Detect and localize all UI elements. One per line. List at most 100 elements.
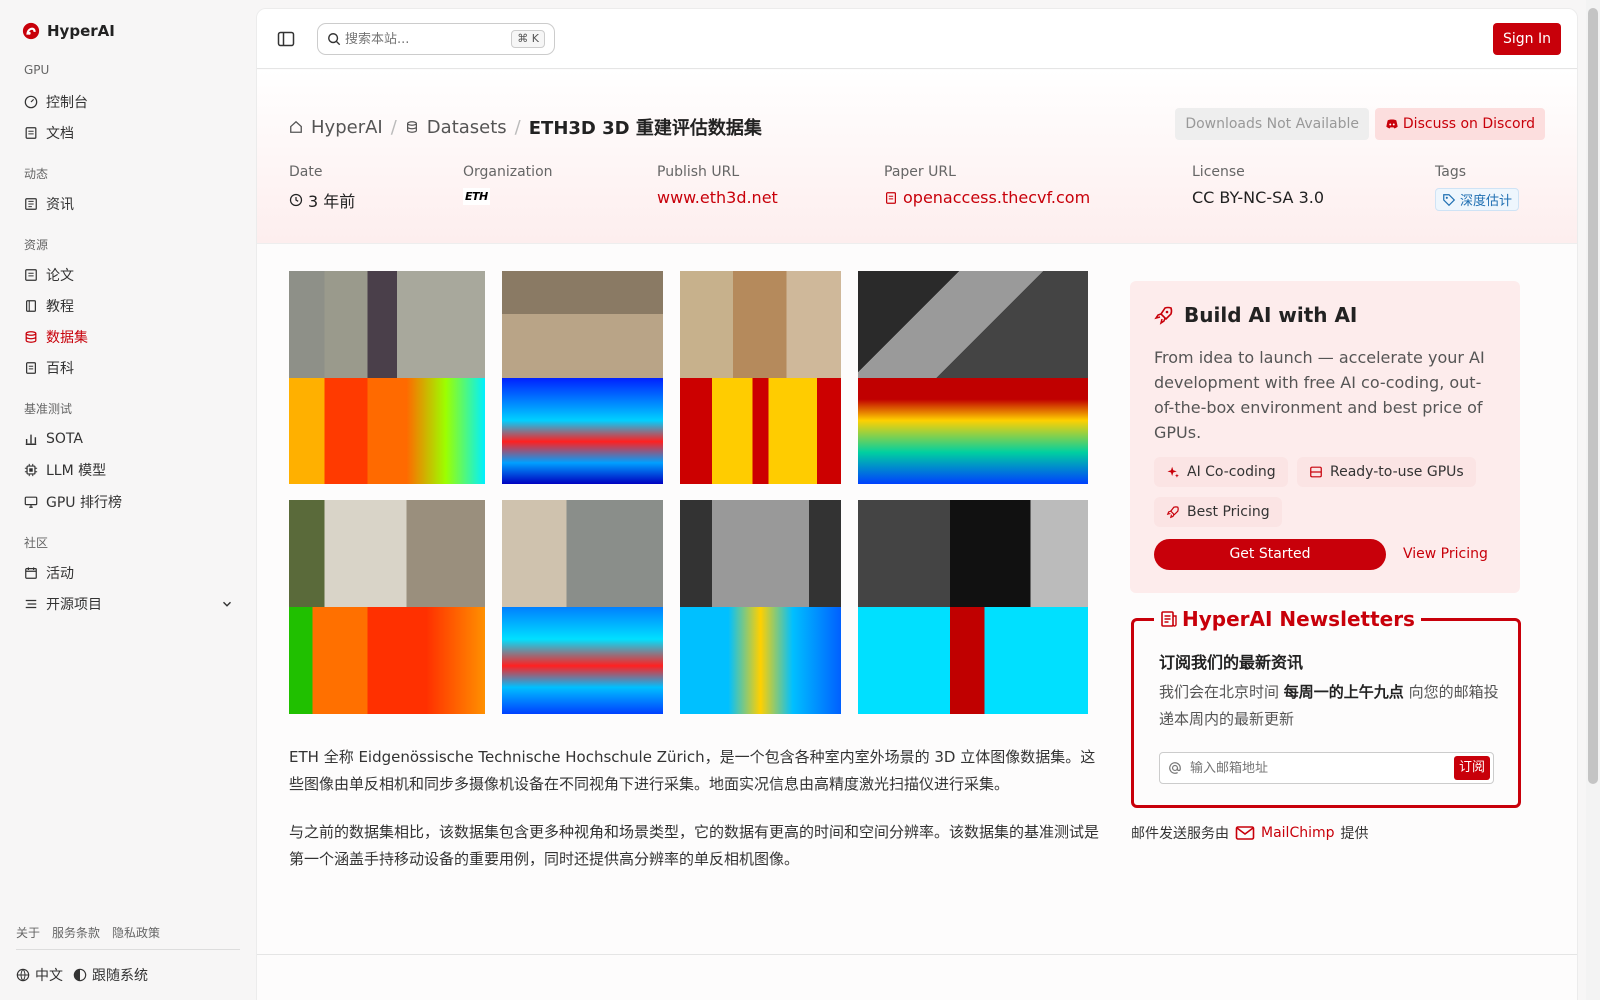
sidebar-item-label: 文档 (46, 126, 74, 142)
sample-image (289, 500, 485, 714)
section-title-news: 动态 (24, 167, 49, 181)
breadcrumb-separator: / (514, 116, 521, 138)
breadcrumb-home[interactable]: HyperAI (311, 117, 383, 138)
brand[interactable]: HyperAI (22, 22, 115, 40)
meta-paper-url: Paper URL openaccess.thecvf.com (884, 164, 1090, 207)
view-pricing-link[interactable]: View Pricing (1403, 539, 1488, 570)
sidebar-item-label: SOTA (46, 431, 83, 447)
sign-in-button[interactable]: Sign In (1493, 23, 1561, 55)
scrollbar-thumb[interactable] (1588, 8, 1598, 784)
sidebar-item-papers[interactable]: 论文 (24, 263, 234, 287)
dataset-sample-gallery (289, 271, 1099, 714)
sidebar-item-console[interactable]: 控制台 (24, 90, 234, 114)
meta-tags-label: Tags (1435, 164, 1466, 180)
subscribe-button[interactable]: 订阅 (1453, 756, 1490, 780)
sidebar-item-llm[interactable]: LLM 模型 (24, 458, 234, 482)
email-field[interactable] (1190, 760, 1430, 776)
event-icon (25, 567, 37, 579)
footer-settings: 中文 跟随系统 (16, 965, 148, 985)
sidebar-item-sota[interactable]: SOTA (24, 427, 234, 451)
footer-link-privacy[interactable]: 隐私政策 (112, 924, 160, 941)
meta-date: Date 3 年前 (289, 164, 355, 212)
sample-photo (680, 271, 841, 378)
rocket-icon (1154, 306, 1173, 325)
search-input[interactable] (345, 31, 505, 47)
tag-depth-estimation[interactable]: 深度估计 (1435, 188, 1520, 211)
hyperai-logo-icon (22, 22, 40, 40)
sidebar-item-label: 百科 (46, 361, 74, 377)
sidebar-item-label: 控制台 (46, 95, 88, 111)
sample-photo (858, 500, 1088, 607)
section-title-benchmarks: 基准测试 (24, 402, 73, 416)
meta-publish-label: Publish URL (657, 164, 740, 180)
promo-title: Build AI with AI (1154, 303, 1357, 327)
book-icon (26, 300, 36, 312)
page-title: ETH3D 3D 重建评估数据集 (528, 118, 762, 139)
search-box[interactable]: ⌘ K (317, 23, 555, 55)
sidebar-item-datasets[interactable]: 数据集 (24, 325, 234, 349)
tag-icon (1443, 193, 1456, 206)
meta-license-value: CC BY-NC-SA 3.0 (1192, 188, 1325, 207)
dashboard-icon (24, 95, 38, 109)
newsletter-schedule: 每周一的上午九点 (1283, 683, 1404, 701)
promo-body: From idea to launch — accelerate your AI… (1154, 348, 1485, 442)
brand-name: HyperAI (47, 22, 115, 40)
sidebar-toggle-icon[interactable] (277, 30, 295, 48)
sample-depth-map (858, 377, 1088, 484)
meta-organization: Organization ETH (463, 164, 553, 205)
mailchimp-link[interactable]: MailChimp (1261, 825, 1335, 841)
footer-link-about[interactable]: 关于 (16, 924, 40, 941)
theme-icon (73, 968, 87, 982)
theme-label: 跟随系统 (92, 968, 148, 984)
sidebar-item-gpu-ranking[interactable]: GPU 排行榜 (24, 490, 234, 514)
mail-provider-prefix: 邮件发送服务由 (1131, 826, 1229, 842)
chip-label: Ready-to-use GPUs (1330, 464, 1464, 480)
meta-license: License CC BY-NC-SA 3.0 (1192, 164, 1324, 207)
sidebar-item-docs[interactable]: 文档 (24, 121, 234, 145)
sidebar-item-open-source[interactable]: 开源项目 (24, 592, 234, 616)
chip-ai-coding: AI Co-coding (1154, 457, 1288, 487)
sample-image (858, 271, 1088, 484)
theme-switch[interactable]: 跟随系统 (73, 965, 148, 985)
eth-logo[interactable]: ETH (463, 188, 490, 205)
monitor-icon (24, 496, 38, 508)
paper-url-link[interactable]: openaccess.thecvf.com (903, 188, 1090, 207)
sidebar-item-label: 数据集 (46, 330, 88, 346)
discord-label: Discuss on Discord (1402, 116, 1535, 132)
at-sign-icon (1169, 762, 1181, 774)
discord-button[interactable]: Discuss on Discord (1374, 108, 1545, 140)
publish-url-link[interactable]: www.eth3d.net (657, 188, 778, 207)
breadcrumb-datasets[interactable]: Datasets (427, 117, 507, 138)
description-paragraph-1: ETH 全称 Eidgenössische Technische Hochsch… (289, 748, 1096, 793)
section-title-resources: 资源 (24, 238, 49, 252)
footer-link-terms[interactable]: 服务条款 (52, 924, 100, 941)
sample-photo (502, 500, 663, 607)
shortcut-hint: ⌘ K (511, 30, 545, 48)
breadcrumb-separator: / (390, 116, 397, 138)
language-switch[interactable]: 中文 (16, 965, 63, 985)
newsletter-card: HyperAI Newsletters 订阅我们的最新资讯 我们会在北京时间 每… (1131, 607, 1521, 808)
mail-icon (1235, 826, 1255, 840)
sidebar-item-tutorials[interactable]: 教程 (24, 294, 234, 318)
wiki-icon (26, 362, 36, 374)
sidebar-item-events[interactable]: 活动 (24, 561, 234, 585)
chevron-down-icon[interactable] (220, 597, 234, 611)
meta-paper-label: Paper URL (884, 164, 956, 180)
topbar: ⌘ K Sign In (257, 9, 1577, 69)
sparkle-icon (1167, 466, 1179, 478)
server-icon (1310, 466, 1322, 478)
mail-provider-suffix: 提供 (1340, 826, 1369, 842)
sample-image (680, 500, 841, 714)
meta-date-label: Date (289, 164, 323, 180)
get-started-button[interactable]: Get Started (1154, 539, 1386, 570)
sidebar-item-news[interactable]: 资讯 (24, 192, 234, 216)
dataset-header: HyperAI / Datasets / ETH3D 3D 重建评估数据集 Do… (257, 70, 1577, 244)
tag-label: 深度估计 (1460, 194, 1513, 209)
sample-depth-map (680, 377, 841, 484)
main-panel: ⌘ K Sign In HyperAI / Datasets / ETH3D 3… (256, 8, 1578, 1000)
sidebar: HyperAI GPU 控制台 文档 动态 资讯 资源 论文 教程 数据集 百科… (0, 0, 250, 1000)
sample-image (502, 271, 663, 484)
sidebar-item-wiki[interactable]: 百科 (24, 356, 234, 380)
mail-provider-note: 邮件发送服务由 MailChimp 提供 (1131, 823, 1369, 843)
downloads-button[interactable]: Downloads Not Available (1175, 108, 1369, 140)
